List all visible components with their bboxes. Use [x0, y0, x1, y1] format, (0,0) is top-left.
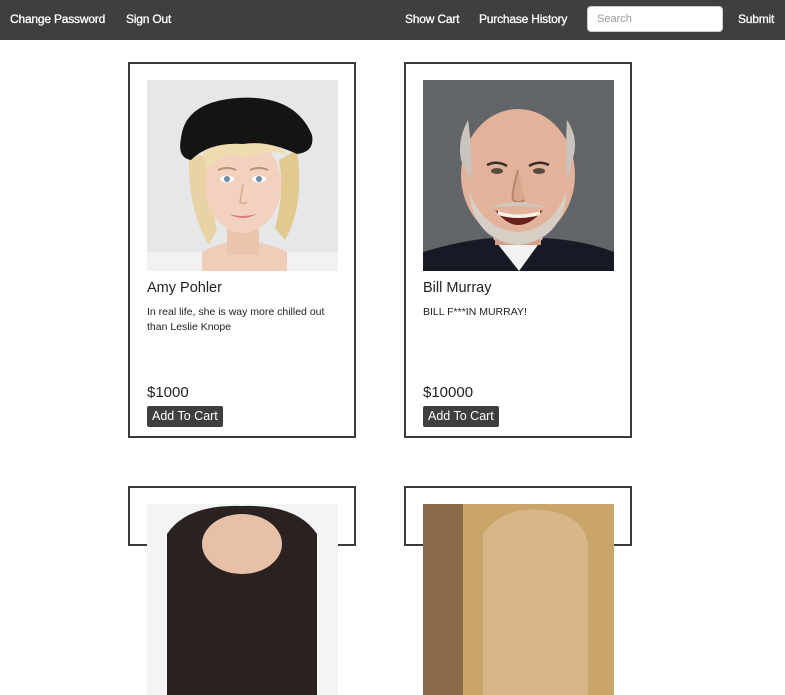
product-name: Amy Pohler: [147, 280, 222, 296]
product-price: $10000: [423, 384, 474, 401]
product-card: [404, 486, 632, 695]
sign-out-link[interactable]: Sign Out: [126, 12, 172, 26]
product-price: $1000: [147, 384, 189, 401]
product-photo: [423, 80, 614, 271]
add-to-cart-button[interactable]: Add To Cart: [147, 406, 223, 427]
top-navbar: Change Password Sign Out Show Cart Purch…: [0, 0, 785, 40]
change-password-link[interactable]: Change Password: [10, 12, 106, 26]
product-description: BILL F***IN MURRAY!: [423, 306, 527, 318]
product-description: In real life, she is way more chilled ou…: [147, 306, 325, 333]
product-card: Amy Pohler In real life, she is way more…: [128, 62, 356, 438]
add-to-cart-button[interactable]: Add To Cart: [423, 406, 499, 427]
product-photo: [147, 80, 338, 271]
search-input[interactable]: [587, 6, 723, 32]
purchase-history-link[interactable]: Purchase History: [479, 12, 568, 26]
product-card: [128, 486, 356, 695]
show-cart-link[interactable]: Show Cart: [405, 12, 460, 26]
product-photo: [147, 504, 338, 695]
product-name: Bill Murray: [423, 280, 492, 296]
product-card: Bill Murray BILL F***IN MURRAY! $10000 A…: [404, 62, 632, 438]
product-photo: [423, 504, 614, 695]
submit-button[interactable]: Submit: [738, 12, 775, 26]
